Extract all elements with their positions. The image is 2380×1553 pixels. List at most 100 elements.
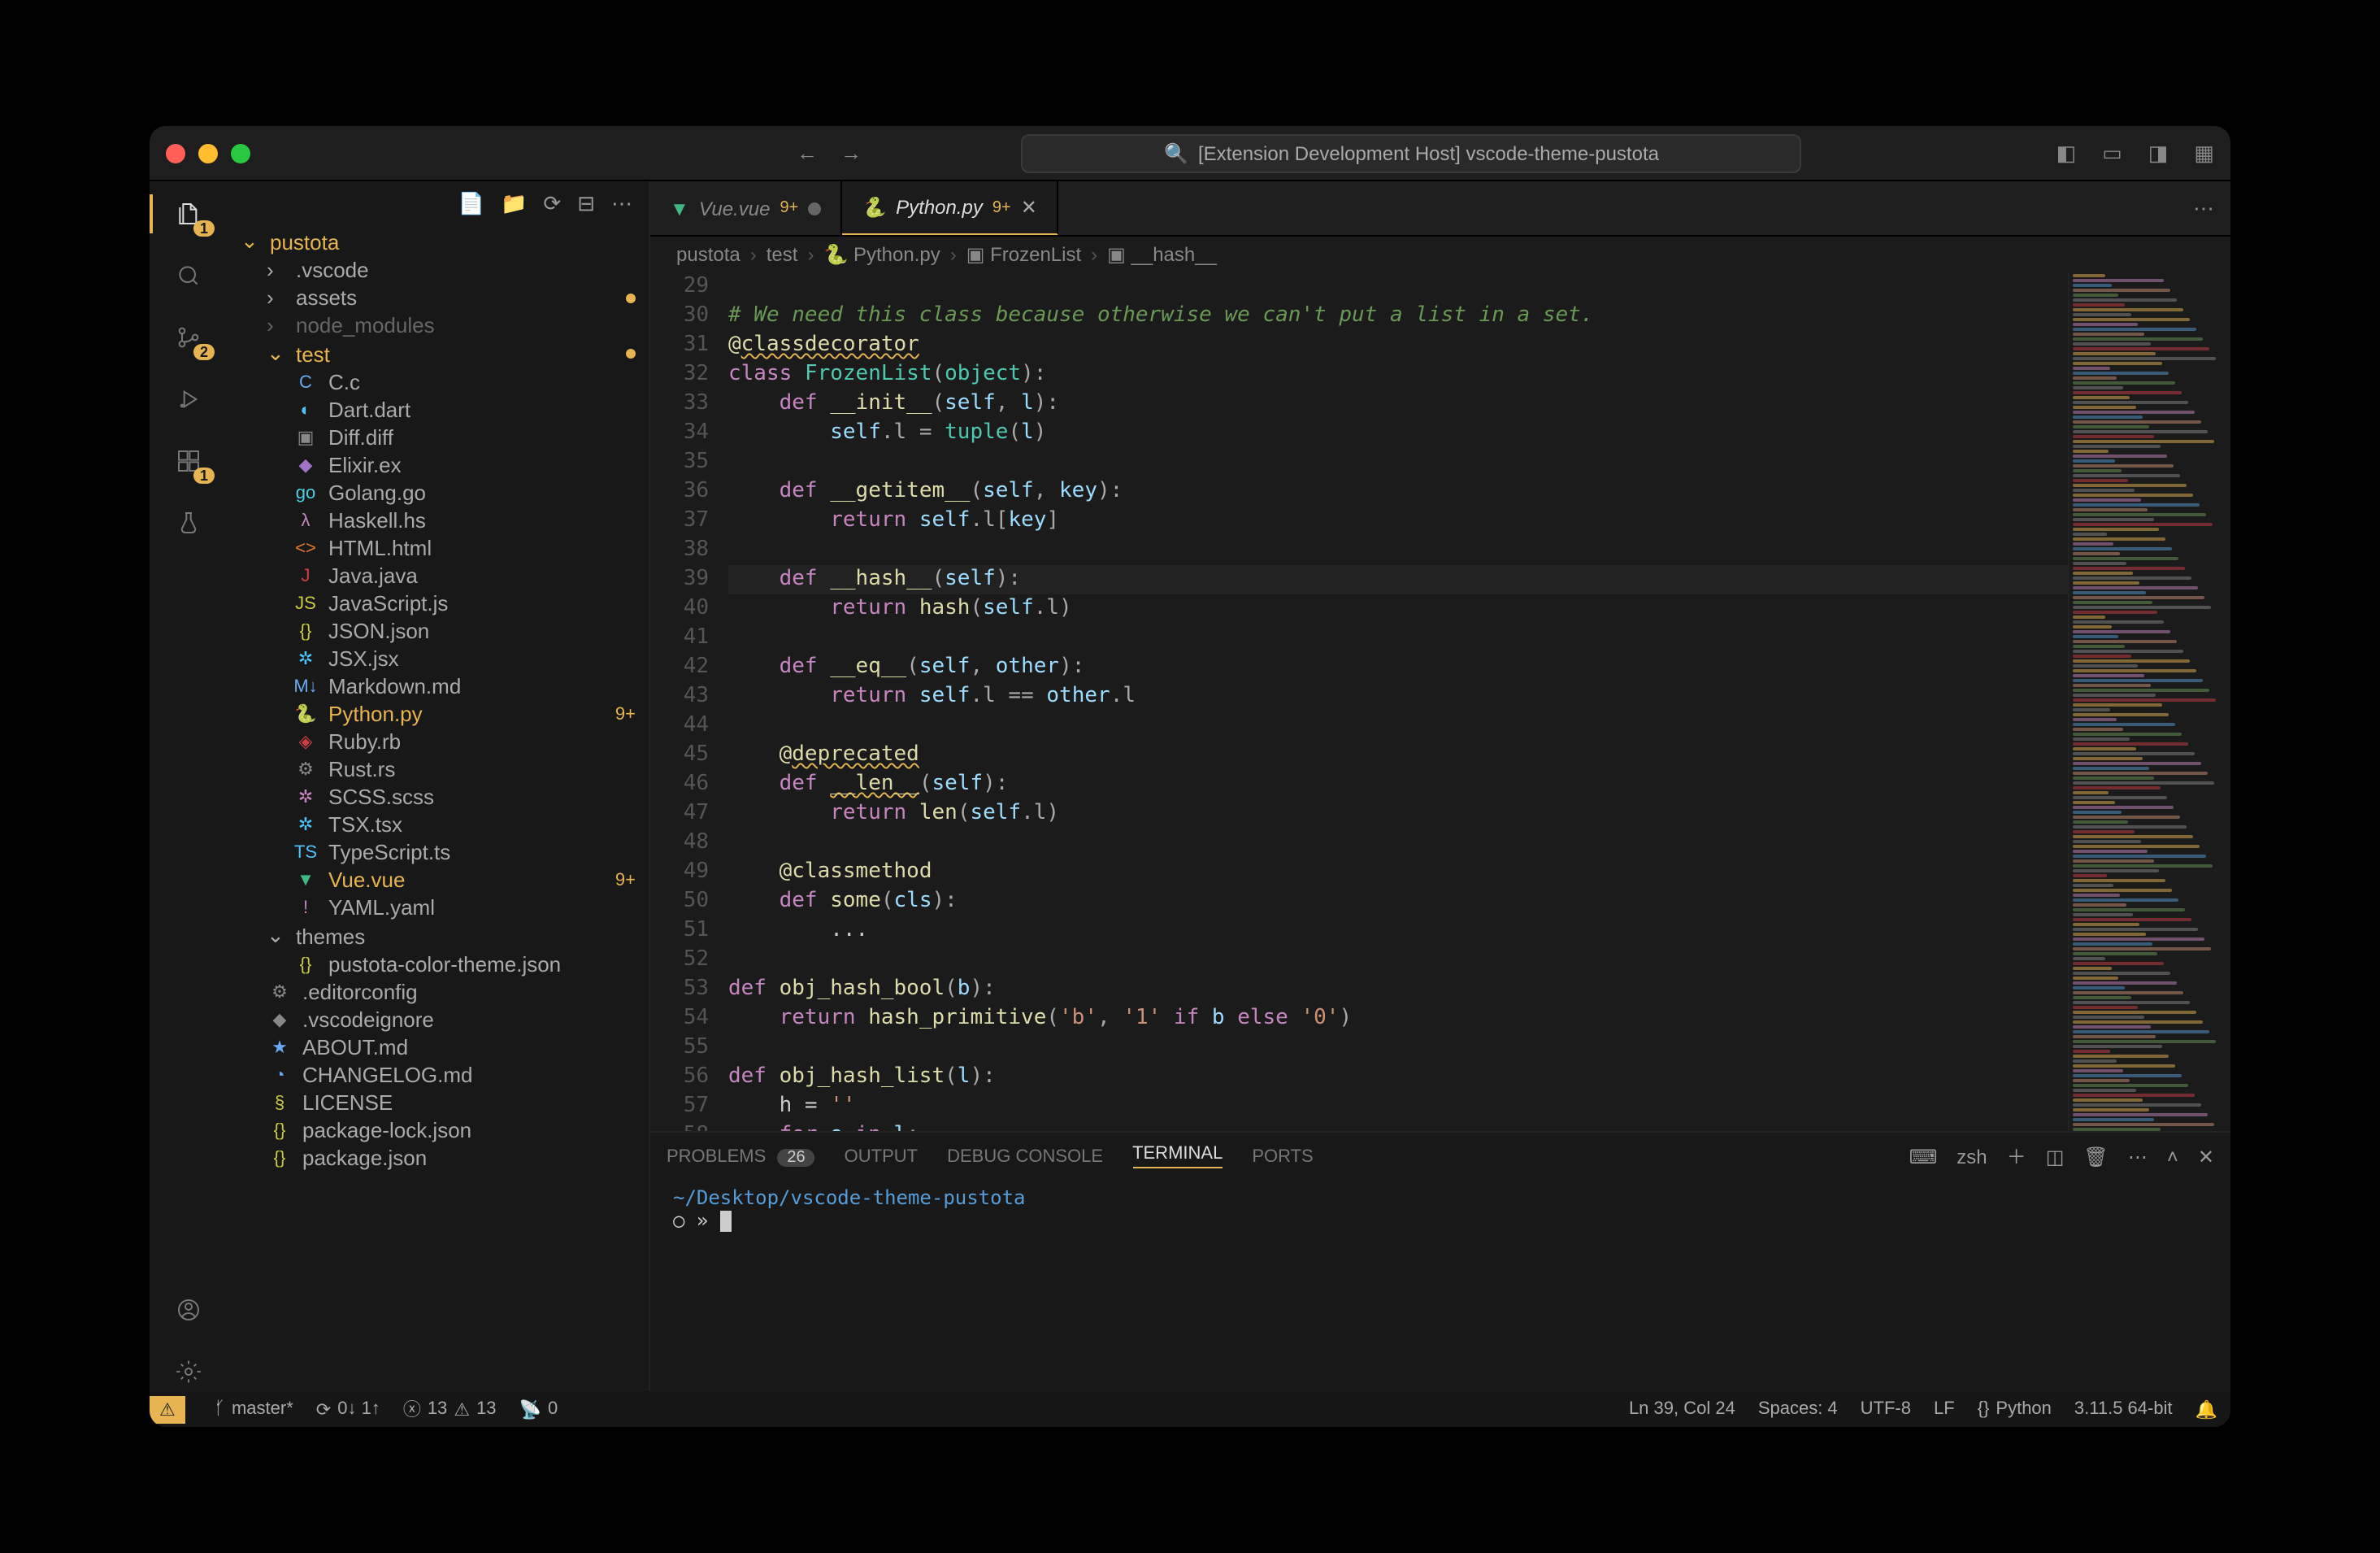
file-row[interactable]: <>HTML.html (228, 534, 649, 562)
breadcrumb-item[interactable]: test (767, 243, 798, 266)
terminal-content[interactable]: ~/Desktop/vscode-theme-pustota ○ » (650, 1180, 2230, 1238)
code-line[interactable]: class FrozenList(object): (728, 360, 2068, 389)
new-terminal-icon[interactable]: ＋ (2007, 1142, 2026, 1170)
file-tree[interactable]: ⌄pustota›.vscode›assets›node_modules⌄tes… (228, 227, 649, 1391)
testing-icon[interactable] (169, 503, 208, 542)
code-line[interactable] (728, 829, 2068, 858)
code-line[interactable] (728, 711, 2068, 741)
file-row[interactable]: ◆Elixir.ex (228, 451, 649, 479)
folder-row[interactable]: ›.vscode (228, 256, 649, 284)
run-debug-icon[interactable] (169, 380, 208, 419)
editor[interactable]: 2930313233343536373839404142434445464748… (650, 272, 2230, 1131)
file-row[interactable]: ◔CHANGELOG.md (228, 1061, 649, 1089)
folder-row[interactable]: ›assets (228, 284, 649, 311)
code-line[interactable]: return hash(self.l) (728, 594, 2068, 624)
minimize-window[interactable] (198, 143, 218, 163)
code-line[interactable]: ... (728, 916, 2068, 946)
encoding[interactable]: UTF-8 (1861, 1399, 1911, 1419)
folder-row[interactable]: ›node_modules (228, 311, 649, 339)
explorer-icon[interactable]: 1 (169, 194, 208, 233)
code-line[interactable]: self.l = tuple(l) (728, 419, 2068, 448)
new-folder-icon[interactable]: 📁 (501, 191, 527, 217)
cursor-position[interactable]: Ln 39, Col 24 (1629, 1399, 1735, 1419)
file-row[interactable]: ⚙Rust.rs (228, 755, 649, 783)
tab-problems[interactable]: PROBLEMS 26 (667, 1146, 815, 1166)
file-row[interactable]: CC.c (228, 368, 649, 396)
terminal-shell-icon[interactable]: ⌨ (1909, 1145, 1938, 1168)
folder-row[interactable]: ⌄pustota (228, 227, 649, 256)
more-icon[interactable]: ⋯ (2128, 1145, 2148, 1168)
code-line[interactable] (728, 624, 2068, 653)
breadcrumb-item[interactable]: ▣ FrozenList (966, 243, 1081, 266)
branch-indicator[interactable]: ᚶ master* (215, 1399, 293, 1419)
file-row[interactable]: ▼Vue.vue9+ (228, 866, 649, 894)
code-line[interactable]: @classmethod (728, 858, 2068, 887)
toggle-secondary-icon[interactable]: ◨ (2148, 140, 2169, 166)
file-row[interactable]: λHaskell.hs (228, 507, 649, 534)
code-line[interactable]: def obj_hash_list(l): (728, 1063, 2068, 1092)
code-line[interactable]: for o in l: (728, 1121, 2068, 1131)
problems-indicator[interactable]: ⓧ 13 ⚠ 13 (403, 1396, 497, 1422)
file-row[interactable]: TSTypeScript.ts (228, 838, 649, 866)
new-file-icon[interactable]: 📄 (458, 191, 484, 217)
file-row[interactable]: {}JSON.json (228, 617, 649, 645)
refresh-icon[interactable]: ⟳ (543, 191, 561, 217)
code-line[interactable] (728, 946, 2068, 975)
code-line[interactable]: @deprecated (728, 741, 2068, 770)
code-line[interactable]: return hash_primitive('b', '1' if b else… (728, 1004, 2068, 1033)
code-line[interactable]: def obj_hash_bool(b): (728, 975, 2068, 1004)
file-row[interactable]: ✲TSX.tsx (228, 811, 649, 838)
breadcrumb-item[interactable]: 🐍 Python.py (823, 243, 940, 266)
code-line[interactable]: def __getitem__(self, key): (728, 477, 2068, 507)
file-row[interactable]: {}package-lock.json (228, 1116, 649, 1144)
toggle-sidebar-icon[interactable]: ◧ (2056, 140, 2077, 166)
file-row[interactable]: ★ABOUT.md (228, 1033, 649, 1061)
split-terminal-icon[interactable]: ◫ (2046, 1145, 2065, 1168)
remote-indicator[interactable]: ⚠ (150, 1395, 185, 1423)
code-line[interactable] (728, 536, 2068, 565)
tab-terminal[interactable]: TERMINAL (1132, 1144, 1223, 1168)
file-row[interactable]: ✲JSX.jsx (228, 645, 649, 672)
file-row[interactable]: ⚙.editorconfig (228, 978, 649, 1006)
file-row[interactable]: {}package.json (228, 1144, 649, 1172)
customize-layout-icon[interactable]: ▦ (2194, 140, 2214, 166)
maximize-panel-icon[interactable]: ˄ (2167, 1145, 2178, 1168)
code-line[interactable] (728, 272, 2068, 302)
file-row[interactable]: JJava.java (228, 562, 649, 589)
code-line[interactable]: @classdecorator (728, 331, 2068, 360)
back-icon[interactable]: ← (797, 141, 818, 165)
forward-icon[interactable]: → (840, 141, 862, 165)
file-row[interactable]: !YAML.yaml (228, 894, 649, 921)
code-line[interactable]: h = '' (728, 1092, 2068, 1121)
tab-ports[interactable]: PORTS (1252, 1146, 1313, 1166)
tab-debug-console[interactable]: DEBUG CONSOLE (947, 1146, 1103, 1166)
collapse-icon[interactable]: ⊟ (577, 191, 595, 217)
code-line[interactable]: def __eq__(self, other): (728, 653, 2068, 682)
tab-output[interactable]: OUTPUT (845, 1146, 918, 1166)
shell-name[interactable]: zsh (1957, 1145, 1987, 1168)
file-row[interactable]: goGolang.go (228, 479, 649, 507)
file-row[interactable]: ◈Ruby.rb (228, 728, 649, 755)
folder-row[interactable]: ⌄test (228, 339, 649, 368)
file-row[interactable]: 🐍Python.py9+ (228, 700, 649, 728)
close-window[interactable] (166, 143, 185, 163)
minimap[interactable] (2068, 272, 2230, 1131)
folder-row[interactable]: ⌄themes (228, 921, 649, 951)
ports-indicator[interactable]: 📡 0 (519, 1399, 558, 1420)
file-row[interactable]: ◆.vscodeignore (228, 1006, 649, 1033)
file-row[interactable]: ◐Dart.dart (228, 396, 649, 424)
code-line[interactable] (728, 1033, 2068, 1063)
code-line[interactable]: # We need this class because otherwise w… (728, 302, 2068, 331)
maximize-window[interactable] (231, 143, 250, 163)
close-panel-icon[interactable]: ✕ (2198, 1145, 2214, 1168)
code-line[interactable]: def __len__(self): (728, 770, 2068, 799)
file-row[interactable]: §LICENSE (228, 1089, 649, 1116)
code-line[interactable]: def __init__(self, l): (728, 389, 2068, 419)
breadcrumb-item[interactable]: pustota (676, 243, 740, 266)
source-control-icon[interactable]: 2 (169, 318, 208, 357)
indentation[interactable]: Spaces: 4 (1758, 1399, 1838, 1419)
extensions-icon[interactable]: 1 (169, 442, 208, 481)
file-row[interactable]: JSJavaScript.js (228, 589, 649, 617)
code-line[interactable]: return self.l[key] (728, 507, 2068, 536)
sync-indicator[interactable]: ⟳ 0↓ 1↑ (316, 1399, 380, 1420)
